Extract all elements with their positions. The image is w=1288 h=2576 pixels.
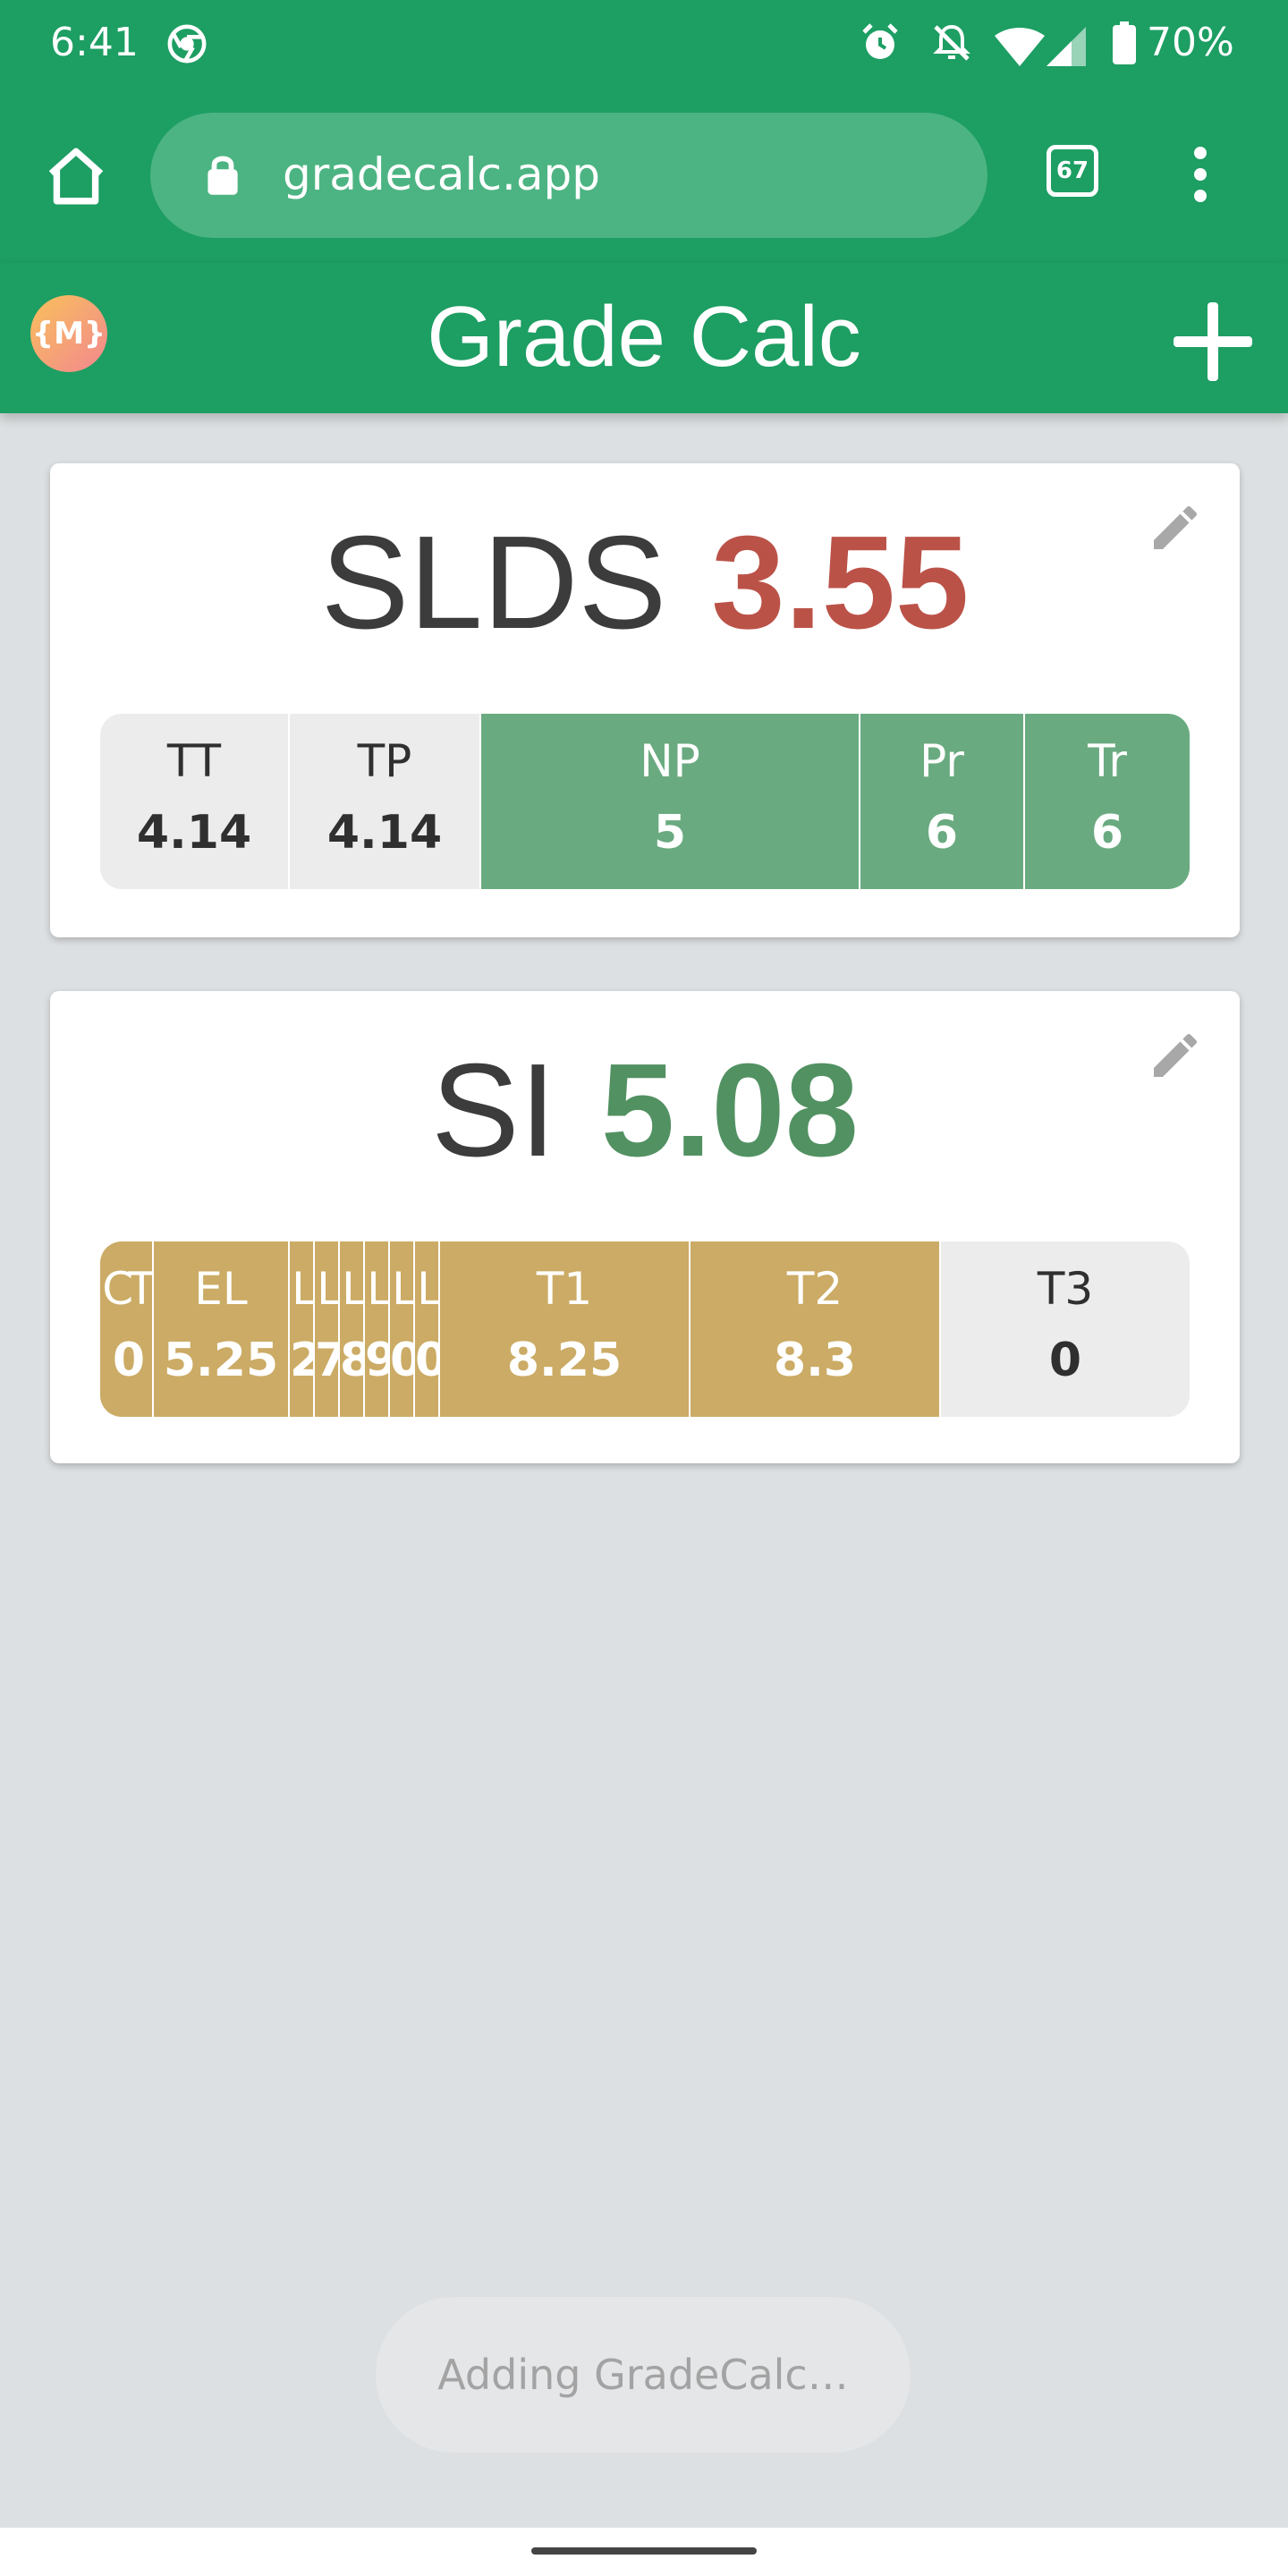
component-value: 7 xyxy=(315,1334,340,1387)
course-name: SI xyxy=(431,1037,556,1184)
signal-icon xyxy=(1046,27,1086,66)
component-value: 0 xyxy=(415,1334,440,1387)
component-label: Pr xyxy=(919,735,964,787)
component-segment[interactable]: NP 5 xyxy=(481,714,860,889)
component-segment[interactable]: L 7 xyxy=(315,1241,340,1417)
component-label: T1 xyxy=(536,1263,593,1315)
battery-icon xyxy=(1113,21,1136,64)
component-value: 2 xyxy=(290,1334,315,1387)
app-bar: {M} Grade Calc xyxy=(0,263,1288,413)
component-value: 0 xyxy=(390,1334,415,1387)
component-label: NP xyxy=(640,735,700,787)
component-value: 4.14 xyxy=(136,806,252,860)
status-bar: 6:41 70% xyxy=(0,0,1288,89)
lock-icon xyxy=(208,156,238,195)
pencil-icon[interactable] xyxy=(1147,499,1204,556)
component-segment[interactable]: TT 4.14 xyxy=(100,714,290,889)
tabs-icon[interactable]: 67 xyxy=(1046,145,1098,197)
component-value: 8.25 xyxy=(506,1334,623,1387)
component-segment[interactable]: L 0 xyxy=(415,1241,440,1417)
component-segment[interactable]: L 8 xyxy=(340,1241,365,1417)
course-grade: 3.55 xyxy=(711,509,970,657)
component-segment[interactable]: T3 0 xyxy=(941,1241,1190,1417)
bell-off-icon xyxy=(933,24,970,61)
component-segment[interactable]: L 0 xyxy=(390,1241,415,1417)
grade-breakdown: TT 4.14 TP 4.14 NP 5 Pr 6 Tr 6 xyxy=(100,714,1190,889)
home-handle[interactable] xyxy=(531,2547,757,2555)
url-text: gradecalc.app xyxy=(283,148,600,200)
browser-toolbar: gradecalc.app 67 xyxy=(0,89,1288,263)
course-name: SLDS xyxy=(320,509,667,657)
component-value: 8.3 xyxy=(773,1334,857,1387)
gesture-nav-bar xyxy=(0,2528,1288,2576)
component-segment[interactable]: L 9 xyxy=(365,1241,390,1417)
more-vert-icon[interactable] xyxy=(1182,147,1218,204)
component-value: 0 xyxy=(112,1334,145,1387)
course-header: SI 5.08 xyxy=(50,1039,1240,1182)
alarm-icon xyxy=(862,23,898,59)
component-label: L xyxy=(392,1263,413,1315)
component-label: TP xyxy=(357,735,412,787)
component-label: L xyxy=(292,1263,313,1315)
component-label: Tr xyxy=(1088,735,1127,787)
component-segment[interactable]: T2 8.3 xyxy=(691,1241,941,1417)
chrome-icon xyxy=(167,24,207,64)
component-label: L xyxy=(367,1263,388,1315)
component-label: T2 xyxy=(786,1263,843,1315)
component-value: 5.25 xyxy=(163,1334,279,1387)
component-label: T3 xyxy=(1037,1263,1094,1315)
component-value: 5 xyxy=(653,806,687,860)
home-icon[interactable] xyxy=(43,143,109,209)
component-segment[interactable]: CT 0 xyxy=(100,1241,154,1417)
component-value: 0 xyxy=(1048,1334,1082,1387)
plus-icon[interactable] xyxy=(1174,302,1252,381)
status-time: 6:41 xyxy=(50,20,139,65)
component-label: L xyxy=(342,1263,363,1315)
component-value: 9 xyxy=(365,1334,390,1387)
page-title: Grade Calc xyxy=(427,289,861,385)
component-segment[interactable]: T1 8.25 xyxy=(440,1241,691,1417)
component-value: 4.14 xyxy=(326,806,443,860)
battery-percent: 70% xyxy=(1147,20,1234,65)
course-card[interactable]: SI 5.08 CT 0 EL 5.25 L 2 L 7 L 8 L 9 L 0… xyxy=(50,991,1240,1463)
component-label: TT xyxy=(166,735,222,787)
component-segment[interactable]: EL 5.25 xyxy=(154,1241,290,1417)
course-grade: 5.08 xyxy=(600,1037,859,1184)
toast-message: Adding GradeCalc… xyxy=(376,2297,911,2453)
component-label: L xyxy=(417,1263,438,1315)
course-card[interactable]: SLDS 3.55 TT 4.14 TP 4.14 NP 5 Pr 6 Tr 6 xyxy=(50,463,1240,937)
component-segment[interactable]: Pr 6 xyxy=(860,714,1025,889)
url-bar[interactable]: gradecalc.app xyxy=(150,113,987,238)
grade-breakdown: CT 0 EL 5.25 L 2 L 7 L 8 L 9 L 0 L 0 T1 … xyxy=(100,1241,1190,1417)
course-header: SLDS 3.55 xyxy=(50,512,1240,655)
component-segment[interactable]: TP 4.14 xyxy=(290,714,481,889)
component-label: L xyxy=(317,1263,338,1315)
component-value: 8 xyxy=(340,1334,365,1387)
wifi-icon xyxy=(995,28,1045,66)
component-label: EL xyxy=(194,1263,248,1315)
component-value: 6 xyxy=(1090,806,1124,860)
component-segment[interactable]: L 2 xyxy=(290,1241,315,1417)
component-label: CT xyxy=(102,1263,152,1315)
pencil-icon[interactable] xyxy=(1147,1027,1204,1084)
component-segment[interactable]: Tr 6 xyxy=(1025,714,1190,889)
component-value: 6 xyxy=(925,806,959,860)
